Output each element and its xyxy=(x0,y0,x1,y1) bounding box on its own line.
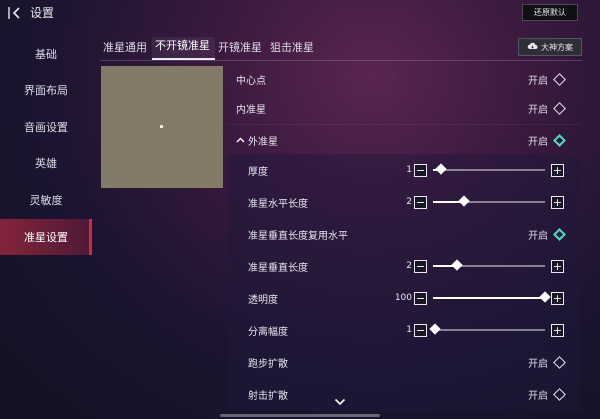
cloud-download-icon xyxy=(527,42,538,52)
setting-label: 外准星 xyxy=(248,137,278,148)
slider-thumb[interactable] xyxy=(429,323,441,335)
tab-scope[interactable]: 开镜准星 xyxy=(215,39,267,60)
restore-default-button[interactable]: 还原默认 xyxy=(522,4,578,21)
scrollbar[interactable] xyxy=(220,414,380,417)
slider-thumb[interactable] xyxy=(450,259,463,271)
toggle-state-label: 开启 xyxy=(528,230,548,242)
setting-row-run-spread: 跑步扩散 开启 xyxy=(228,346,580,378)
setting-label: 厚度 xyxy=(248,166,268,178)
crosshair-tabs: 准星通用 不开镜准星 开镜准星 狙击准星 xyxy=(100,36,319,60)
minus-button[interactable]: − xyxy=(414,259,427,273)
setting-row-outer-crosshair[interactable]: 外准星 开启 xyxy=(228,124,580,156)
sidebar-item-layout[interactable]: 界面布局 xyxy=(0,72,92,108)
sidebar-item-label: 灵敏度 xyxy=(29,194,63,207)
setting-row-inner-crosshair: 内准星 开启 xyxy=(228,92,580,124)
tab-no-scope[interactable]: 不开镜准星 xyxy=(152,37,215,60)
sidebar-item-audio-video[interactable]: 音画设置 xyxy=(0,109,92,145)
sidebar-item-crosshair[interactable]: 准星设置 xyxy=(0,219,92,255)
toggle-state-label: 开启 xyxy=(528,104,548,116)
plus-button[interactable]: + xyxy=(551,291,564,305)
slider-thumb[interactable] xyxy=(435,163,447,175)
toggle-state-label: 开启 xyxy=(528,390,548,402)
slider-track[interactable] xyxy=(433,291,551,303)
plus-button[interactable]: + xyxy=(551,259,564,273)
inner-crosshair-toggle[interactable] xyxy=(553,101,566,115)
tab-divider xyxy=(100,60,582,61)
slider-value: 100 xyxy=(394,293,412,303)
crosshair-center-dot xyxy=(160,125,163,128)
vertical-reuse-toggle[interactable] xyxy=(553,227,566,241)
slider-value: 2 xyxy=(406,261,412,271)
setting-row-horizontal-length: 准星水平长度 2 − + xyxy=(228,186,580,218)
sidebar-item-label: 音画设置 xyxy=(24,121,68,134)
setting-row-vertical-reuse: 准星垂直长度复用水平 开启 xyxy=(228,218,580,250)
setting-label: 中心点 xyxy=(236,75,266,87)
setting-row-fire-spread: 射击扩散 开启 xyxy=(228,378,580,410)
chevron-down-icon[interactable] xyxy=(334,396,346,409)
minus-button[interactable]: − xyxy=(414,323,427,337)
setting-row-center-dot: 中心点 开启 xyxy=(228,63,580,95)
crosshair-settings-list: 中心点 开启 内准星 开启 外准星 开启 厚度 1 − + 准星水平长度 2 −… xyxy=(228,63,588,410)
slider-value: 1 xyxy=(406,165,412,175)
plus-button[interactable]: + xyxy=(551,195,564,209)
slider-track[interactable] xyxy=(433,259,545,271)
fire-spread-toggle[interactable] xyxy=(553,387,566,401)
slider-thumb[interactable] xyxy=(539,291,551,303)
minus-button[interactable]: − xyxy=(414,291,427,305)
sidebar-item-label: 准星设置 xyxy=(24,231,68,244)
slider-track[interactable] xyxy=(433,163,545,175)
pro-preset-button[interactable]: 大神方案 xyxy=(518,38,582,56)
plus-button[interactable]: + xyxy=(551,163,564,177)
setting-label: 准星垂直长度 xyxy=(248,262,308,274)
sidebar-item-label: 基础 xyxy=(35,48,57,61)
pro-preset-label: 大神方案 xyxy=(541,42,573,52)
tab-sniper[interactable]: 狙击准星 xyxy=(267,39,319,60)
setting-label: 内准星 xyxy=(236,104,266,116)
setting-row-thickness: 厚度 1 − + xyxy=(228,154,580,186)
tab-general[interactable]: 准星通用 xyxy=(100,39,152,60)
back-arrow-icon xyxy=(8,5,26,21)
slider-value: 2 xyxy=(406,197,412,207)
plus-button[interactable]: + xyxy=(551,323,564,337)
top-bar: 设置 还原默认 xyxy=(0,0,600,26)
toggle-state-label: 开启 xyxy=(528,137,548,148)
page-title: 设置 xyxy=(30,6,55,20)
setting-label: 透明度 xyxy=(248,294,278,306)
minus-button[interactable]: − xyxy=(414,195,427,209)
sidebar-item-hero[interactable]: 英雄 xyxy=(0,145,92,181)
setting-label: 跑步扩散 xyxy=(248,358,288,370)
minus-button[interactable]: − xyxy=(414,163,427,177)
setting-label: 射击扩散 xyxy=(248,390,288,402)
crosshair-preview xyxy=(101,66,223,188)
run-spread-toggle[interactable] xyxy=(553,355,566,369)
setting-label: 分离幅度 xyxy=(248,326,288,338)
sidebar-item-sensitivity[interactable]: 灵敏度 xyxy=(0,182,92,218)
toggle-state-label: 开启 xyxy=(528,358,548,370)
setting-label: 准星垂直长度复用水平 xyxy=(248,230,348,242)
setting-row-separation: 分离幅度 1 − + xyxy=(228,314,580,346)
center-dot-toggle[interactable] xyxy=(553,72,566,86)
sidebar-item-basic[interactable]: 基础 xyxy=(0,36,92,72)
slider-track[interactable] xyxy=(433,195,545,207)
sidebar: 基础 界面布局 音画设置 英雄 灵敏度 准星设置 xyxy=(0,36,92,419)
slider-track[interactable] xyxy=(429,323,545,335)
setting-row-vertical-length: 准星垂直长度 2 − + xyxy=(228,250,580,282)
chevron-up-icon xyxy=(236,136,245,146)
back-button[interactable]: 设置 xyxy=(8,4,54,21)
setting-label: 准星水平长度 xyxy=(248,198,308,210)
outer-crosshair-toggle[interactable] xyxy=(553,134,566,147)
toggle-state-label: 开启 xyxy=(528,75,548,87)
slider-value: 1 xyxy=(406,325,412,335)
sidebar-item-label: 界面布局 xyxy=(24,84,68,97)
slider-thumb[interactable] xyxy=(458,195,471,207)
sidebar-item-label: 英雄 xyxy=(35,157,57,170)
setting-row-opacity: 透明度 100 − + xyxy=(228,282,580,314)
